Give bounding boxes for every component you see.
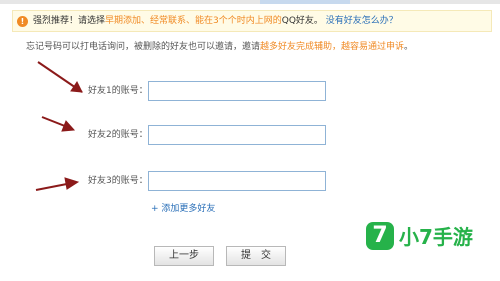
watermark-logo: 7	[366, 222, 394, 250]
arrow-icon	[37, 61, 83, 93]
arrow-icon	[35, 177, 80, 191]
watermark-text: 小7手游	[399, 225, 473, 249]
arrow-icon	[41, 116, 76, 132]
